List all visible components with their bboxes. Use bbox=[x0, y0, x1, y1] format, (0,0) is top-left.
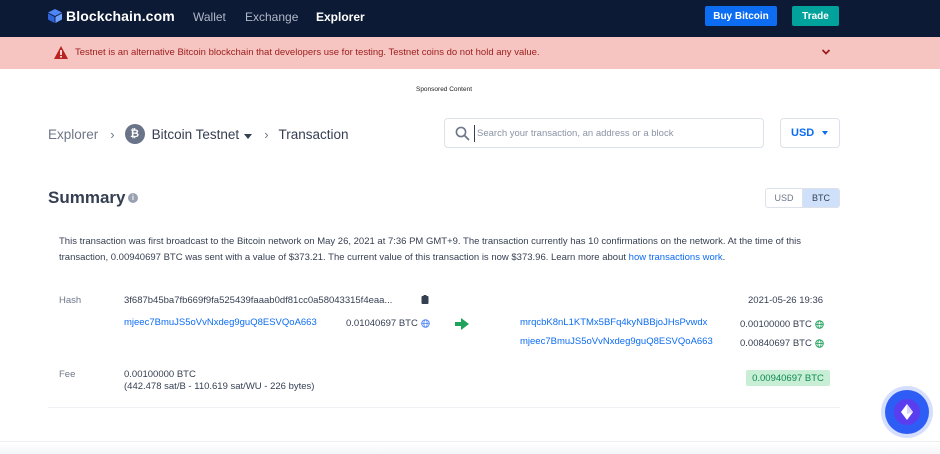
search-input[interactable] bbox=[474, 125, 754, 142]
nav-link-exchange[interactable]: Exchange bbox=[245, 10, 298, 24]
input-amount-value: 0.01040697 BTC bbox=[346, 318, 418, 329]
warning-icon bbox=[54, 46, 68, 59]
copy-icon[interactable] bbox=[421, 295, 429, 304]
alert-message: Testnet is an alternative Bitcoin blockc… bbox=[75, 47, 540, 58]
fee-amount: 0.00100000 BTC bbox=[124, 369, 196, 380]
globe-icon bbox=[815, 320, 824, 329]
breadcrumb-separator-icon: › bbox=[110, 126, 115, 142]
network-label: Bitcoin Testnet bbox=[151, 126, 240, 142]
chevron-down-icon[interactable] bbox=[821, 47, 831, 57]
how-transactions-work-link[interactable]: how transactions work bbox=[629, 252, 723, 263]
fee-rate: (442.478 sat/B - 110.619 sat/WU - 226 by… bbox=[124, 380, 315, 392]
output-amount-value: 0.00100000 BTC bbox=[740, 319, 812, 330]
brand-logo[interactable]: Blockchain.com bbox=[48, 8, 175, 24]
caret-down-icon bbox=[244, 133, 253, 139]
output-address-link[interactable]: mjeec7BmuJS5oVvNxdeg9guQ8ESVQoA663 bbox=[520, 336, 713, 347]
toggle-btc[interactable]: BTC bbox=[802, 189, 839, 207]
total-amount-badge: 0.00940697 BTC bbox=[746, 370, 830, 386]
summary-heading: Summary bbox=[48, 188, 126, 207]
trade-button[interactable]: Trade bbox=[792, 6, 839, 26]
section-divider bbox=[0, 441, 940, 454]
output-amount-value: 0.00840697 BTC bbox=[740, 338, 812, 349]
globe-icon bbox=[815, 339, 824, 348]
chat-widget-icon bbox=[894, 399, 920, 425]
input-address-link[interactable]: mjeec7BmuJS5oVvNxdeg9guQ8ESVQoA663 bbox=[124, 317, 317, 328]
output-amount: 0.00840697 BTC bbox=[740, 338, 824, 349]
currency-dropdown[interactable]: USD bbox=[780, 118, 840, 148]
search-icon bbox=[455, 126, 470, 141]
description-end: . bbox=[722, 252, 726, 263]
breadcrumb-transaction: Transaction bbox=[278, 126, 349, 142]
buy-bitcoin-button[interactable]: Buy Bitcoin bbox=[705, 6, 777, 26]
testnet-alert-banner: Testnet is an alternative Bitcoin blockc… bbox=[0, 37, 940, 69]
bitcoin-coin-icon: ₿ bbox=[124, 124, 145, 144]
globe-icon bbox=[421, 319, 430, 328]
nav-link-wallet[interactable]: Wallet bbox=[193, 10, 226, 24]
arrow-right-icon bbox=[455, 318, 469, 330]
hash-label: Hash bbox=[59, 295, 82, 306]
nav-link-explorer[interactable]: Explorer bbox=[316, 10, 365, 24]
toggle-usd[interactable]: USD bbox=[766, 189, 802, 207]
search-box bbox=[444, 118, 764, 148]
top-navbar: Blockchain.com Wallet Exchange Explorer … bbox=[0, 0, 940, 37]
transaction-description: This transaction was first broadcast to … bbox=[59, 234, 839, 266]
breadcrumb-separator-icon: › bbox=[264, 126, 269, 142]
info-icon[interactable]: i bbox=[128, 193, 138, 203]
output-address-link[interactable]: mrqcbK8nL1KTMx5BFq4kyNBBjoJHsPvwdx bbox=[520, 317, 707, 328]
chat-widget-button[interactable] bbox=[885, 390, 929, 434]
blockchain-logo-icon bbox=[48, 9, 62, 23]
output-amount: 0.00100000 BTC bbox=[740, 319, 824, 330]
breadcrumb-explorer[interactable]: Explorer bbox=[48, 127, 98, 142]
breadcrumb: Explorer › ₿ Bitcoin Testnet › Transacti… bbox=[48, 124, 349, 144]
diamond-icon bbox=[901, 404, 913, 420]
row-divider bbox=[48, 407, 840, 408]
currency-selected: USD bbox=[791, 127, 815, 139]
input-amount: 0.01040697 BTC bbox=[346, 318, 430, 329]
currency-toggle: USD BTC bbox=[765, 188, 840, 208]
brand-name: Blockchain.com bbox=[66, 8, 175, 24]
caret-down-icon bbox=[822, 131, 829, 135]
sponsored-content-label: Sponsored Content bbox=[415, 86, 472, 93]
fee-details: 0.00100000 BTC (442.478 sat/B - 110.619 … bbox=[124, 369, 314, 392]
network-selector[interactable]: Bitcoin Testnet bbox=[152, 127, 253, 142]
transaction-hash[interactable]: 3f687b45ba7fb669f9fa525439faaab0df81cc0a… bbox=[124, 295, 392, 306]
transaction-timestamp: 2021-05-26 19:36 bbox=[748, 295, 824, 306]
fee-label: Fee bbox=[59, 369, 76, 380]
